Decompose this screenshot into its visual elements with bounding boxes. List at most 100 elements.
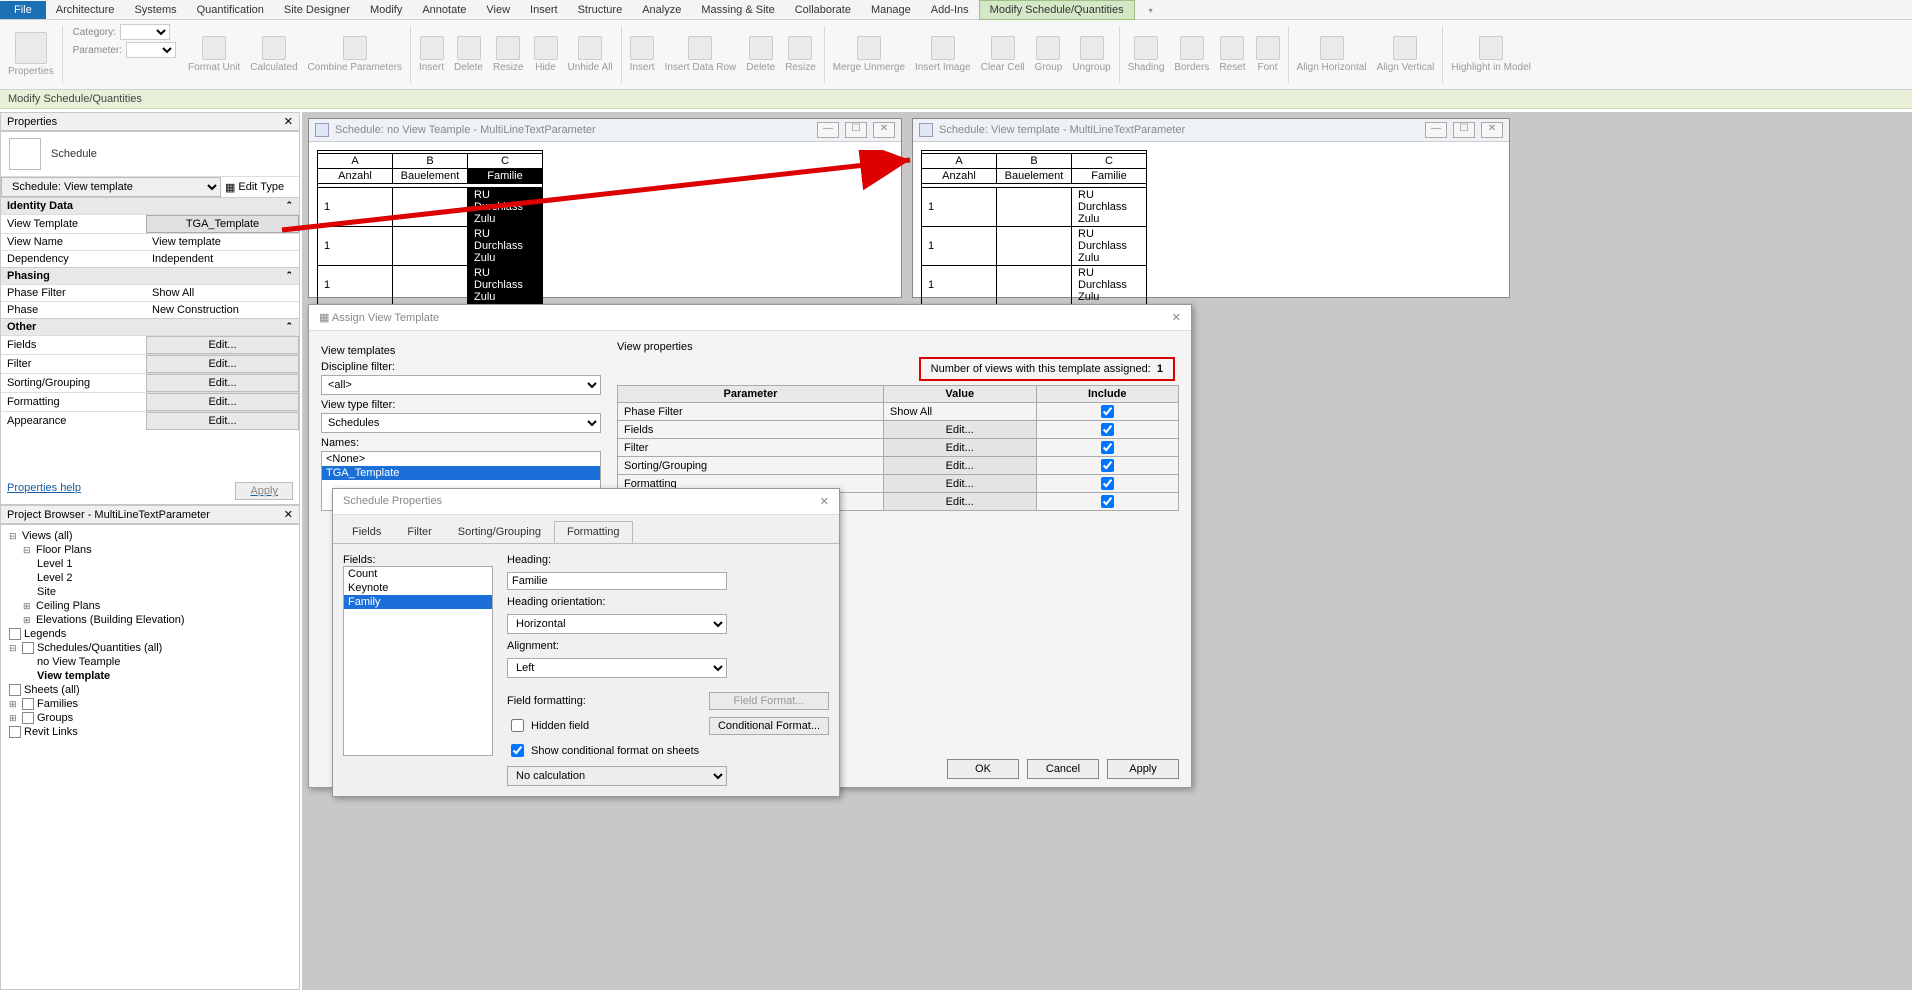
apply-button[interactable]: Apply: [235, 482, 293, 500]
ribbon-hide[interactable]: Hide: [530, 22, 562, 87]
instance-selector[interactable]: Schedule: View template: [1, 177, 221, 197]
menu-overflow[interactable]: [1135, 1, 1163, 19]
ribbon-clear-cell[interactable]: Clear Cell: [977, 22, 1029, 87]
view-template-value[interactable]: TGA_Template: [146, 215, 299, 233]
field-keynote[interactable]: Keynote: [344, 581, 492, 595]
ribbon-group[interactable]: Group: [1031, 22, 1067, 87]
ribbon-delete-row[interactable]: Delete: [742, 22, 779, 87]
ceiling-node[interactable]: Ceiling Plans: [36, 600, 100, 612]
conditional-format-button[interactable]: Conditional Format...: [709, 717, 829, 735]
calculation-select[interactable]: No calculation: [507, 766, 727, 786]
tab-sorting[interactable]: Sorting/Grouping: [445, 521, 554, 543]
group-identity[interactable]: Identity Data⌃: [1, 197, 299, 214]
show-conditional-checkbox[interactable]: [511, 744, 524, 757]
sorting-edit-button[interactable]: Edit...: [146, 374, 299, 392]
vt-node[interactable]: View template: [37, 670, 110, 682]
legends-node[interactable]: Legends: [24, 628, 66, 640]
menu-annotate[interactable]: Annotate: [412, 1, 476, 19]
schedule-window-novt[interactable]: Schedule: no View Teample - MultiLineTex…: [308, 118, 902, 298]
maximize-button[interactable]: ☐: [845, 122, 867, 138]
ribbon-resize-row[interactable]: Resize: [781, 22, 820, 87]
menu-systems[interactable]: Systems: [124, 1, 186, 19]
ribbon-delete-col[interactable]: Delete: [450, 22, 487, 87]
level1-node[interactable]: Level 1: [37, 558, 72, 570]
field-family[interactable]: Family: [344, 595, 492, 609]
ribbon-insert-data-row[interactable]: Insert Data Row: [661, 22, 741, 87]
ribbon-shading[interactable]: Shading: [1124, 22, 1169, 87]
tab-formatting[interactable]: Formatting: [554, 521, 633, 543]
category-select[interactable]: [120, 24, 170, 40]
minimize-button[interactable]: —: [1425, 122, 1447, 138]
revit-links-node[interactable]: Revit Links: [24, 726, 78, 738]
ok-button[interactable]: OK: [947, 759, 1019, 779]
ribbon-insert-row[interactable]: Insert: [626, 22, 659, 87]
minimize-button[interactable]: —: [817, 122, 839, 138]
menu-quantification[interactable]: Quantification: [187, 1, 274, 19]
names-item-none[interactable]: <None>: [322, 452, 600, 466]
schedule-table-novt[interactable]: ABCAnzahlBauelementFamilie1RU Durchlass …: [317, 150, 543, 305]
names-item-tga[interactable]: TGA_Template: [322, 466, 600, 480]
field-format-button[interactable]: Field Format...: [709, 692, 829, 710]
properties-close-icon[interactable]: ✕: [284, 115, 293, 128]
heading-input[interactable]: [507, 572, 727, 590]
group-other[interactable]: Other⌃: [1, 318, 299, 335]
tab-filter[interactable]: Filter: [394, 521, 444, 543]
ribbon-align-horizontal[interactable]: Align Horizontal: [1293, 22, 1371, 87]
ribbon-insert-col[interactable]: Insert: [415, 22, 448, 87]
ribbon-font[interactable]: Font: [1252, 22, 1284, 87]
browser-close-icon[interactable]: ✕: [284, 508, 293, 521]
edit-type-button[interactable]: ▦Edit Type: [221, 181, 288, 194]
fields-listbox[interactable]: Count Keynote Family: [343, 566, 493, 756]
menu-manage[interactable]: Manage: [861, 1, 921, 19]
families-node[interactable]: Families: [37, 698, 78, 710]
ribbon-properties-button[interactable]: Properties: [4, 22, 58, 87]
menu-insert[interactable]: Insert: [520, 1, 568, 19]
formatting-edit-button[interactable]: Edit...: [146, 393, 299, 411]
floor-plans-node[interactable]: Floor Plans: [36, 544, 92, 556]
ribbon-merge[interactable]: Merge Unmerge: [829, 22, 909, 87]
ribbon-insert-image[interactable]: Insert Image: [911, 22, 975, 87]
level2-node[interactable]: Level 2: [37, 572, 72, 584]
menu-collaborate[interactable]: Collaborate: [785, 1, 861, 19]
menu-file[interactable]: File: [0, 1, 46, 19]
views-node[interactable]: Views (all): [22, 530, 73, 542]
menu-analyze[interactable]: Analyze: [632, 1, 691, 19]
ribbon-highlight-model[interactable]: Highlight in Model: [1447, 22, 1535, 87]
maximize-button[interactable]: ☐: [1453, 122, 1475, 138]
ribbon-combine-params[interactable]: Combine Parameters: [304, 22, 406, 87]
menu-view[interactable]: View: [476, 1, 520, 19]
menu-addins[interactable]: Add-Ins: [921, 1, 979, 19]
menu-structure[interactable]: Structure: [568, 1, 633, 19]
site-node[interactable]: Site: [37, 586, 56, 598]
ribbon-align-vertical[interactable]: Align Vertical: [1373, 22, 1439, 87]
elevations-node[interactable]: Elevations (Building Elevation): [36, 614, 185, 626]
apply-button[interactable]: Apply: [1107, 759, 1179, 779]
properties-help-link[interactable]: Properties help: [7, 482, 81, 500]
cancel-button[interactable]: Cancel: [1027, 759, 1099, 779]
hidden-field-checkbox[interactable]: [511, 719, 524, 732]
schedules-node[interactable]: Schedules/Quantities (all): [37, 642, 162, 654]
parameter-select[interactable]: [126, 42, 176, 58]
schedule-window-vt[interactable]: Schedule: View template - MultiLineTextP…: [912, 118, 1510, 298]
menu-massing-site[interactable]: Massing & Site: [691, 1, 784, 19]
orientation-select[interactable]: Horizontal: [507, 614, 727, 634]
filter-edit-button[interactable]: Edit...: [146, 355, 299, 373]
ribbon-resize-col[interactable]: Resize: [489, 22, 528, 87]
view-type-filter-select[interactable]: Schedules: [321, 413, 601, 433]
menu-modify[interactable]: Modify: [360, 1, 412, 19]
appearance-edit-button[interactable]: Edit...: [146, 412, 299, 430]
phase-filter-value[interactable]: Show All: [146, 285, 299, 301]
close-button[interactable]: ✕: [873, 122, 895, 138]
view-name-value[interactable]: View template: [146, 234, 299, 250]
no-vt-node[interactable]: no View Teample: [37, 656, 120, 668]
alignment-select[interactable]: Left: [507, 658, 727, 678]
schedule-properties-dialog[interactable]: Schedule Properties ✕ Fields Filter Sort…: [332, 488, 840, 797]
phase-value[interactable]: New Construction: [146, 302, 299, 318]
ribbon-unhide-all[interactable]: Unhide All: [564, 22, 617, 87]
ribbon-ungroup[interactable]: Ungroup: [1068, 22, 1114, 87]
ribbon-calculated[interactable]: Calculated: [246, 22, 301, 87]
menu-site-designer[interactable]: Site Designer: [274, 1, 360, 19]
ribbon-format-unit[interactable]: Format Unit: [184, 22, 244, 87]
groups-node[interactable]: Groups: [37, 712, 73, 724]
menu-architecture[interactable]: Architecture: [46, 1, 125, 19]
